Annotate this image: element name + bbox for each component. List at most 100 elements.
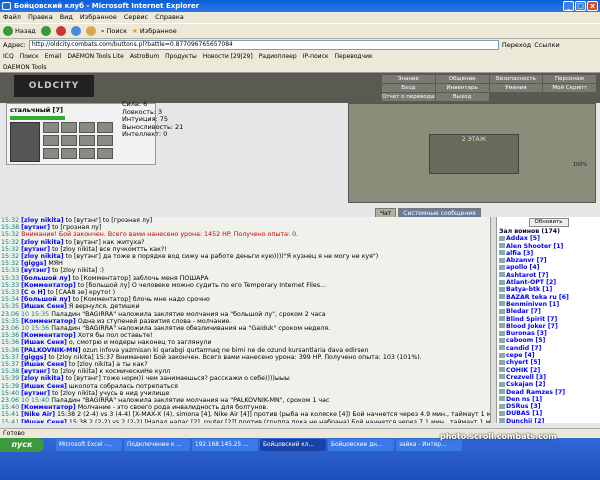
user-nick[interactable]: caboom [5] xyxy=(506,337,545,344)
user-nick[interactable]: Buronas [3] xyxy=(506,330,547,337)
user-nick[interactable]: COHIK [2] xyxy=(506,367,540,374)
menu-help[interactable]: Справка xyxy=(155,12,184,23)
equip-slot[interactable] xyxy=(61,122,77,133)
menu-file[interactable]: Файл xyxy=(3,12,21,23)
chat-time[interactable]: 15:35 xyxy=(1,318,19,325)
task-remote[interactable]: 192.168.145.25 ... xyxy=(192,439,258,451)
chat-nick[interactable]: [Ишак Сеня] xyxy=(21,303,67,310)
user-nick[interactable]: Dead Ramzes [7] xyxy=(506,389,565,396)
user-nick[interactable]: Alen Shooter [1] xyxy=(506,243,563,250)
chat-time[interactable]: 15:32 xyxy=(1,231,19,238)
menu-tools[interactable]: Сервис xyxy=(124,12,148,23)
user-nick[interactable]: candid [7] xyxy=(506,345,541,352)
chat-time[interactable]: 23.06 10 15:36 xyxy=(1,325,49,332)
chat-nick[interactable]: [вутэнг] xyxy=(21,390,50,397)
chat-time[interactable]: 15:32 xyxy=(1,246,19,253)
equip-slot[interactable] xyxy=(61,135,77,146)
link-translator[interactable]: Переводчик xyxy=(335,53,373,60)
address-input[interactable]: http://oldcity.combats.com/buttons.pl?ba… xyxy=(28,40,499,50)
chat-time[interactable]: 15:40 xyxy=(1,404,19,411)
equip-slot[interactable] xyxy=(79,135,95,146)
forward-button[interactable] xyxy=(40,26,51,36)
chat-nick[interactable]: [Ишак Сеня] xyxy=(21,383,67,390)
search-button[interactable]: ⌕ Поиск xyxy=(101,27,127,36)
chat-nick[interactable]: [С о Н] xyxy=(21,289,45,296)
user-nick[interactable]: cepe [4] xyxy=(506,352,535,359)
nav-character[interactable]: Персонаж xyxy=(543,75,596,83)
user-nick[interactable]: Bledar [7] xyxy=(506,308,541,315)
chat-nick[interactable]: [PALKOVNIK-MN] xyxy=(21,347,80,354)
chat-time[interactable]: 15:36 xyxy=(1,339,19,346)
chat-time[interactable]: 15:37 xyxy=(1,361,19,368)
user-nick[interactable]: Blood Joker [7] xyxy=(506,323,558,330)
nav-communication[interactable]: Общение xyxy=(435,75,489,83)
chat-nick[interactable]: [Ишак Сеня] xyxy=(21,361,67,368)
chat-time[interactable]: 15:41 xyxy=(1,419,19,423)
task-combats[interactable]: Бойцовский кл... xyxy=(260,439,326,451)
chat-nick[interactable]: [Комментатор] xyxy=(21,404,76,411)
link-email[interactable]: Email xyxy=(45,53,62,60)
nav-skills[interactable]: Умения xyxy=(489,84,543,92)
links-button[interactable]: Ссылки xyxy=(534,41,560,49)
chat-nick[interactable]: [Комментатор] xyxy=(21,282,76,289)
user-nick[interactable]: Abzanvr [7] xyxy=(506,257,547,264)
equip-slot[interactable] xyxy=(97,122,113,133)
chat-nick[interactable]: [zloy nikita] xyxy=(21,217,63,224)
chat-nick[interactable]: [вутэнг] xyxy=(21,267,50,274)
minimize-button[interactable]: _ xyxy=(563,1,574,11)
user-nick[interactable]: DSRus [3] xyxy=(506,403,541,410)
chat-nick[interactable]: [giggs] xyxy=(21,354,46,361)
character-name[interactable]: стальчный [7] xyxy=(10,106,63,114)
menu-favorites[interactable]: Избранное xyxy=(80,12,117,23)
go-button[interactable]: Переход xyxy=(502,41,531,49)
user-nick[interactable]: apollo [4] xyxy=(506,264,539,271)
start-button[interactable]: пуск xyxy=(0,438,44,452)
chat-time[interactable]: 15:33 xyxy=(1,267,19,274)
equip-slot[interactable] xyxy=(97,135,113,146)
equip-slot[interactable] xyxy=(79,122,95,133)
chat-nick[interactable]: [вутэнг] xyxy=(21,224,50,231)
chat-time[interactable]: 15:39 xyxy=(1,375,19,382)
nav-transfers[interactable]: Отчет о переводах xyxy=(382,93,435,101)
chat-nick[interactable]: [zloy nikita] xyxy=(21,239,63,246)
chat-nick[interactable]: [Ишак Сеня] xyxy=(21,419,67,423)
chat-time[interactable]: 15:38 xyxy=(1,368,19,375)
daemon-tools-label[interactable]: DAEMON Tools xyxy=(3,64,47,71)
chat-nick[interactable]: [большой лу] xyxy=(21,296,70,303)
chat-nick[interactable]: [Ишак Сеня] xyxy=(21,339,67,346)
equip-slot[interactable] xyxy=(79,148,95,159)
nav-security[interactable]: Безопасность xyxy=(489,75,543,83)
chat-time[interactable]: 15:32 xyxy=(1,239,19,246)
chat-nick[interactable]: [zloy nikita] xyxy=(21,375,63,382)
chat-nick[interactable]: [Nike Air] xyxy=(21,411,55,418)
chat-time[interactable]: 15:36 xyxy=(1,347,19,354)
user-nick[interactable]: Addax [5] xyxy=(506,235,540,242)
equip-slot[interactable] xyxy=(97,148,113,159)
chat-time[interactable]: 15:32 xyxy=(1,217,19,224)
close-button[interactable]: x xyxy=(587,1,598,11)
user-nick[interactable]: DUBAS [1] xyxy=(506,410,542,417)
maximize-button[interactable]: □ xyxy=(575,1,586,11)
chat-nick[interactable]: [большой лу] xyxy=(21,275,70,282)
chat-nick[interactable]: [вутэнг] xyxy=(21,368,50,375)
stop-button[interactable] xyxy=(55,26,66,36)
chat-nick[interactable]: [Комментатор] xyxy=(21,318,76,325)
chat-nick[interactable]: [giggs] xyxy=(21,260,46,267)
chat-time[interactable]: 15:32 xyxy=(1,260,19,267)
task-excel[interactable]: Microsoft Excel -... xyxy=(56,439,122,451)
nav-login[interactable]: Вход xyxy=(382,84,435,92)
nav-inventory[interactable]: Инвентарь xyxy=(435,84,489,92)
chat-time[interactable]: 15:33 xyxy=(1,275,19,282)
link-icq[interactable]: ICQ xyxy=(3,53,14,60)
link-astrobum[interactable]: AstroBum xyxy=(130,53,159,60)
refresh-button[interactable] xyxy=(70,26,81,36)
equip-slot[interactable] xyxy=(43,148,59,159)
user-nick[interactable]: chyert [5] xyxy=(506,359,540,366)
chat-time[interactable]: 15:38 xyxy=(1,224,19,231)
chat-time[interactable]: 15:39 xyxy=(1,383,19,390)
user-nick[interactable]: Cskajan [2] xyxy=(506,381,545,388)
equip-slot[interactable] xyxy=(43,122,59,133)
equip-slot[interactable] xyxy=(61,148,77,159)
chat-time[interactable]: 15:32 xyxy=(1,253,19,260)
equip-slot[interactable] xyxy=(43,135,59,146)
